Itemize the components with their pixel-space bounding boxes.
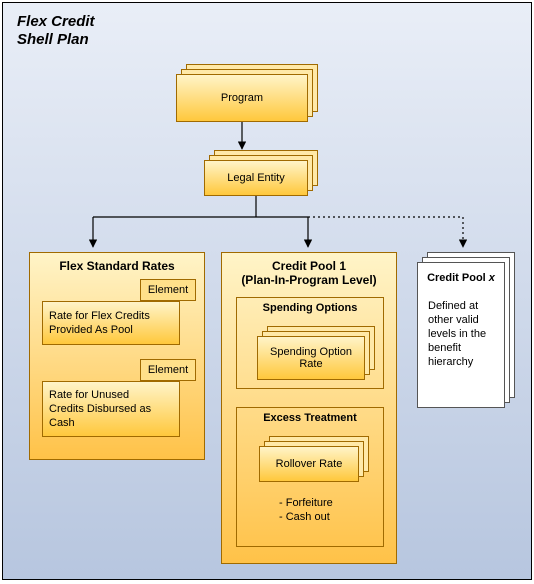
rate-unused-box: Rate for Unused Credits Disbursed as Cas… [42,381,180,437]
element-tag-1-label: Element [148,284,188,296]
spending-options-title: Spending Options [237,302,383,314]
diagram-canvas: Flex Credit Shell Plan Program Legal Ent… [2,2,532,580]
credit-pool-x-title-text: Credit Pool [427,272,489,284]
flex-standard-rates-panel: Flex Standard Rates Element Rate for Fle… [29,252,205,460]
excess-treatment-subpanel: Excess Treatment Rollover Rate - Forfeit… [236,407,384,547]
flex-standard-rates-title: Flex Standard Rates [30,259,204,273]
legal-entity-label: Legal Entity [227,172,284,184]
program-label: Program [221,92,263,104]
element-tag-1: Element [140,279,196,301]
rollover-rate-box: Rollover Rate [259,446,359,482]
rate-unused-label: Rate for Unused Credits Disbursed as Cas… [49,388,151,430]
rate-pool-box: Rate for Flex Credits Provided As Pool [42,301,180,345]
program-node: Program [176,74,308,122]
excess-treatment-title: Excess Treatment [237,412,383,424]
credit-pool-x-title-italic: x [489,272,495,284]
diagram-title: Flex Credit Shell Plan [17,13,95,49]
rate-pool-label: Rate for Flex Credits Provided As Pool [49,309,150,337]
element-tag-2: Element [140,359,196,381]
legal-entity-node: Legal Entity [204,160,308,196]
element-tag-2-label: Element [148,364,188,376]
spending-option-rate-label: Spending Option Rate [270,346,352,370]
credit-pool-x-body: Defined at other valid levels in the ben… [428,299,486,369]
spending-option-rate-box: Spending Option Rate [257,336,365,380]
rollover-rate-label: Rollover Rate [276,458,343,470]
credit-pool-x-title: Credit Pool x [418,271,504,285]
credit-pool-x-panel: Credit Pool x Defined at other valid lev… [417,262,505,408]
excess-bullets: - Forfeiture - Cash out [279,496,333,524]
spending-options-subpanel: Spending Options Spending Option Rate [236,297,384,389]
credit-pool-1-title: Credit Pool 1 (Plan-In-Program Level) [222,259,396,287]
credit-pool-1-panel: Credit Pool 1 (Plan-In-Program Level) Sp… [221,252,397,564]
